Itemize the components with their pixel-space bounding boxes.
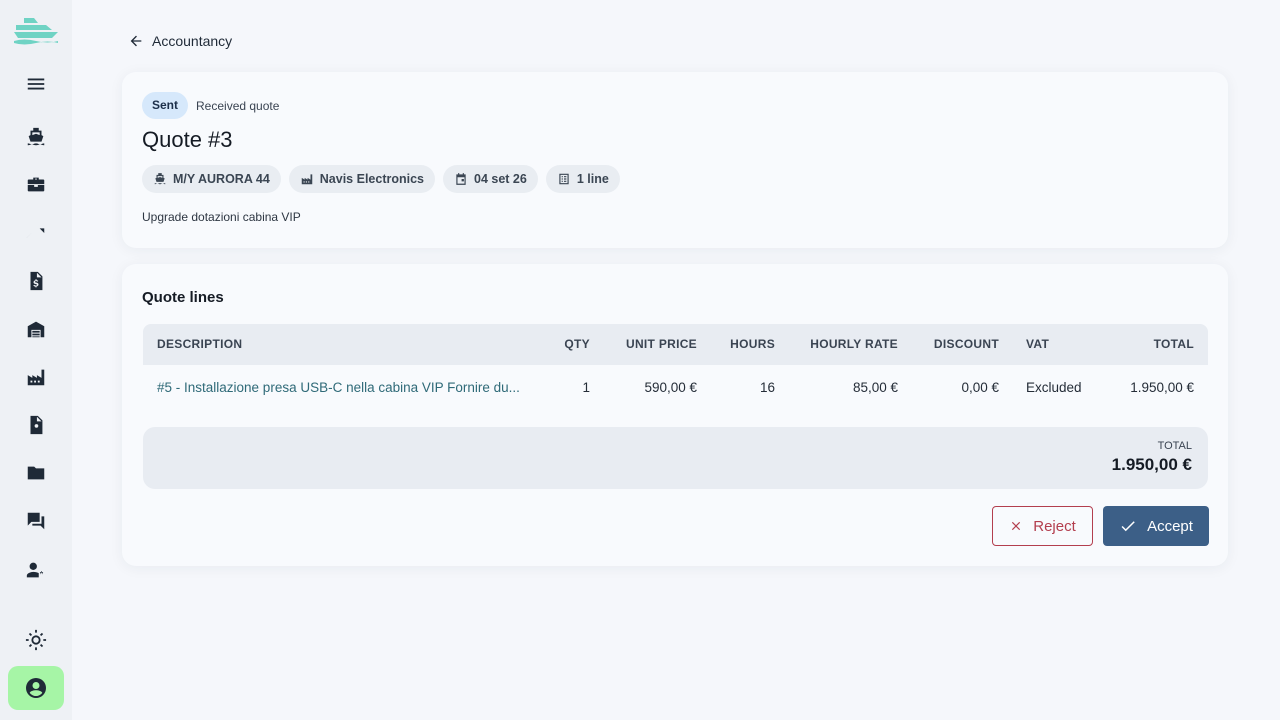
chat-icon[interactable]	[20, 505, 52, 537]
line-qty: 1	[582, 380, 590, 395]
contact-document-icon[interactable]	[20, 409, 52, 441]
back-link-label: Accountancy	[152, 33, 233, 49]
arrow-left-icon	[130, 35, 142, 47]
status-row: Sent Received quote	[142, 92, 279, 119]
lines-chip-label: 1 line	[576, 172, 609, 186]
column-header-unit-price[interactable]: UNIT PRICE	[607, 324, 697, 365]
date-chip[interactable]: 04 set 26	[443, 165, 538, 193]
yacht-logo-icon[interactable]	[12, 14, 60, 46]
line-discount: 0,00 €	[961, 380, 999, 395]
totals-value: 1.950,00 €	[1111, 455, 1192, 474]
column-header-discount[interactable]: DISCOUNT	[915, 324, 999, 365]
column-header-description[interactable]: DESCRIPTION	[157, 324, 242, 365]
date-chip-label: 04 set 26	[474, 172, 527, 186]
table-row[interactable]: #5 - Installazione presa USB-C nella cab…	[143, 365, 1208, 411]
section-title: Quote lines	[142, 289, 224, 306]
close-icon	[1012, 521, 1021, 531]
status-text: Received quote	[196, 98, 280, 113]
reject-button[interactable]: Reject	[992, 506, 1093, 546]
user-settings-icon[interactable]	[20, 554, 52, 586]
sidebar	[0, 0, 72, 720]
factory-icon	[301, 174, 313, 185]
folder-icon[interactable]	[20, 457, 52, 489]
quote-lines-card: Quote lines DESCRIPTION QTY UNIT PRICE H…	[122, 264, 1228, 566]
totals-label: TOTAL	[1157, 440, 1192, 452]
line-hours: 16	[759, 380, 775, 395]
vessel-chip-label: M/Y AURORA 44	[173, 172, 270, 186]
quote-description: Upgrade dotazioni cabina VIP	[142, 210, 301, 224]
factory-icon[interactable]	[20, 361, 52, 393]
toolbox-icon[interactable]	[20, 169, 52, 201]
status-badge: Sent	[142, 92, 189, 119]
vessel-chip[interactable]: M/Y AURORA 44	[142, 165, 281, 193]
quote-lines-table: DESCRIPTION QTY UNIT PRICE HOURS HOURLY …	[143, 324, 1208, 411]
account-button[interactable]	[8, 666, 64, 710]
line-unit-price: 590,00 €	[644, 380, 697, 395]
reject-button-label: Reject	[1033, 517, 1076, 535]
ship-icon	[154, 173, 166, 185]
ship-icon[interactable]	[20, 121, 52, 153]
lines-chip[interactable]: 1 line	[545, 165, 620, 193]
totals-box: TOTAL 1.950,00 €	[143, 427, 1208, 489]
line-vat: Excluded	[1026, 380, 1082, 395]
line-description[interactable]: #5 - Installazione presa USB-C nella cab…	[157, 365, 537, 411]
back-link[interactable]: Accountancy	[128, 30, 232, 52]
calendar-icon	[456, 173, 466, 185]
menu-icon[interactable]	[20, 68, 52, 100]
table-header: DESCRIPTION QTY UNIT PRICE HOURS HOURLY …	[143, 324, 1208, 365]
column-header-qty[interactable]: QTY	[543, 324, 590, 365]
trending-icon[interactable]	[20, 217, 52, 249]
column-header-hourly-rate[interactable]: HOURLY RATE	[793, 324, 898, 365]
list-icon	[559, 173, 569, 185]
supplier-chip[interactable]: Navis Electronics	[288, 165, 435, 193]
line-hourly-rate: 85,00 €	[852, 380, 898, 395]
check-icon	[1121, 521, 1135, 532]
page-title: Quote #3	[142, 127, 233, 152]
accept-button[interactable]: Accept	[1103, 506, 1209, 546]
invoice-dollar-icon[interactable]	[20, 265, 52, 297]
line-total: 1.950,00 €	[1130, 380, 1194, 395]
column-header-total[interactable]: TOTAL	[1103, 324, 1194, 365]
account-circle-icon	[26, 678, 46, 698]
quote-meta-chips: M/Y AURORA 44 Navis Electronics 04 set 2…	[142, 165, 620, 193]
supplier-chip-label: Navis Electronics	[319, 172, 424, 186]
warehouse-icon[interactable]	[20, 313, 52, 345]
column-header-hours[interactable]: HOURS	[713, 324, 775, 365]
sun-icon[interactable]	[20, 624, 52, 656]
column-header-vat[interactable]: VAT	[1026, 324, 1049, 365]
quote-header-card: Sent Received quote Quote #3 M/Y AURORA …	[122, 72, 1228, 248]
accept-button-label: Accept	[1147, 517, 1193, 535]
